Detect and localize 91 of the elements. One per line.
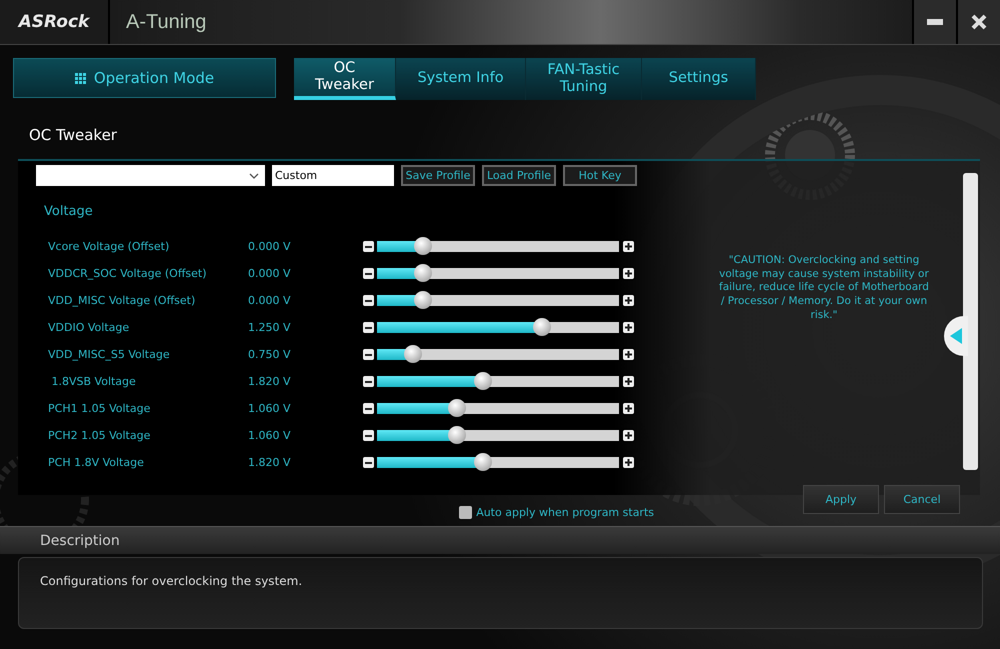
tab[interactable]: Settings (642, 58, 756, 100)
slider-thumb[interactable] (474, 372, 492, 390)
increase-button[interactable] (623, 322, 634, 333)
profile-button[interactable]: Hot Key (563, 165, 637, 186)
plus-icon (625, 405, 632, 412)
voltage-value: 0.000 V (248, 267, 292, 280)
tab[interactable]: System Info (396, 58, 526, 100)
minus-icon (365, 272, 372, 274)
tab[interactable]: OC Tweaker (294, 58, 396, 100)
increase-button[interactable] (623, 295, 634, 306)
dialog-button[interactable]: Cancel (884, 484, 960, 514)
caution-text: "CAUTION: Overclocking and setting voltage may cause system instability or failure, reduce life cycle of Motherboard / Processor / Memory. Do it at your own risk." (718, 254, 930, 322)
auto-apply-checkbox[interactable]: Auto apply when program starts (459, 506, 654, 518)
slider-thumb[interactable] (414, 291, 432, 309)
voltage-label: VDD_MISC Voltage (Offset) (47, 294, 196, 307)
decrease-button[interactable] (363, 430, 374, 441)
voltage-value: 0.750 V (248, 348, 292, 361)
slider-thumb[interactable] (414, 237, 432, 255)
slider-thumb[interactable] (448, 426, 466, 444)
slider-thumb[interactable] (448, 399, 466, 417)
voltage-value: 0.000 V (248, 240, 292, 253)
scrollbar[interactable] (963, 173, 978, 470)
decrease-button[interactable] (363, 268, 374, 279)
plus-icon (625, 243, 632, 250)
voltage-value: 1.060 V (248, 402, 292, 415)
plus-icon (625, 432, 632, 439)
operation-mode-button[interactable]: Operation Mode (13, 58, 276, 98)
plus-icon (625, 270, 632, 277)
voltage-value: 0.000 V (248, 294, 292, 307)
voltage-value: 1.820 V (248, 375, 292, 388)
page-title: OC Tweaker (28, 125, 117, 146)
voltage-label: PCH 1.8V Voltage (47, 456, 145, 469)
increase-button[interactable] (623, 457, 634, 468)
plus-icon (625, 459, 632, 466)
slider-thumb[interactable] (532, 318, 551, 336)
increase-button[interactable] (623, 268, 634, 279)
voltage-label: Vcore Voltage (Offset) (47, 240, 170, 253)
voltage-value: 1.820 V (248, 456, 292, 469)
collapse-button[interactable] (944, 316, 968, 356)
voltage-label: VDD_MISC_S5 Voltage (47, 348, 171, 361)
section-heading: Voltage (43, 203, 94, 221)
minus-icon (365, 354, 372, 356)
plus-icon (625, 324, 632, 331)
voltage-label: PCH2 1.05 Voltage (47, 429, 152, 442)
voltage-label: VDDCR_SOC Voltage (Offset) (47, 267, 208, 280)
increase-button[interactable] (623, 430, 634, 441)
plus-icon (625, 297, 632, 304)
voltage-value: 1.250 V (248, 321, 292, 334)
voltage-label: PCH1 1.05 Voltage (47, 402, 152, 415)
minimize-button[interactable] (912, 0, 956, 44)
minus-icon (365, 246, 372, 248)
close-button[interactable] (956, 0, 1000, 44)
decrease-button[interactable] (363, 349, 374, 360)
increase-button[interactable] (623, 403, 634, 414)
description-title: Description (40, 532, 120, 548)
increase-button[interactable] (623, 241, 634, 252)
profile-button[interactable]: Load Profile (482, 165, 556, 186)
decrease-button[interactable] (363, 241, 374, 252)
increase-button[interactable] (623, 349, 634, 360)
slider-thumb[interactable] (404, 345, 422, 363)
decrease-button[interactable] (363, 295, 374, 306)
left-triangle-icon (950, 328, 962, 344)
chevron-down-icon (249, 172, 259, 178)
decrease-button[interactable] (363, 376, 374, 387)
window-title: A-Tuning (126, 10, 206, 34)
grid-icon (74, 72, 86, 84)
minus-icon (365, 434, 372, 436)
slider-thumb[interactable] (414, 264, 432, 282)
plus-icon (625, 351, 632, 358)
decrease-button[interactable] (363, 403, 374, 414)
decrease-button[interactable] (363, 322, 374, 333)
tab[interactable]: FAN-Tastic Tuning (526, 58, 642, 100)
description-text: Configurations for overclocking the system. (40, 574, 302, 588)
minus-icon (365, 300, 372, 302)
minus-icon (365, 380, 372, 382)
dialog-button[interactable]: Apply (803, 484, 879, 514)
minus-icon (365, 408, 372, 410)
brand-logo: ASRock (0, 0, 110, 44)
minus-icon (365, 462, 372, 464)
voltage-label: VDDIO Voltage (47, 321, 130, 334)
slider-thumb[interactable] (474, 453, 492, 471)
decrease-button[interactable] (363, 457, 374, 468)
minus-icon (365, 326, 372, 328)
voltage-value: 1.060 V (248, 429, 292, 442)
profile-button[interactable]: Save Profile (401, 165, 475, 186)
close-icon (971, 14, 987, 30)
increase-button[interactable] (623, 376, 634, 387)
minimize-icon (927, 19, 943, 25)
plus-icon (625, 378, 632, 385)
profile-name-field[interactable]: Custom (272, 165, 394, 186)
voltage-label: 1.8VSB Voltage (50, 375, 137, 388)
